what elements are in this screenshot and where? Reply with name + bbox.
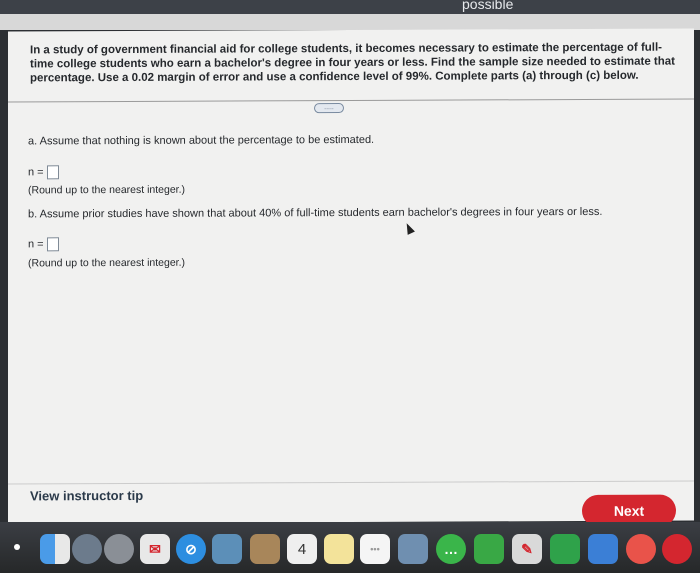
question-text: In a study of government financial aid f… (30, 41, 676, 85)
notepad-icon[interactable] (324, 534, 354, 564)
more-button[interactable]: ..... (314, 103, 344, 114)
safari-icon[interactable]: ⊘ (176, 534, 206, 564)
reminders-icon[interactable]: ••• (360, 534, 390, 564)
mouse-cursor-icon (403, 221, 415, 235)
part-b-prompt: b. Assume prior studies have shown that … (28, 205, 603, 221)
part-a-n-label: n = (28, 166, 44, 179)
part-b-hint: (Round up to the nearest integer.) (28, 256, 186, 270)
photos-icon[interactable] (398, 534, 428, 564)
finder-icon[interactable] (40, 534, 70, 564)
pen-icon[interactable]: ✎ (512, 534, 542, 564)
question-page: In a study of government financial aid f… (8, 28, 694, 527)
keynote-icon[interactable] (588, 534, 618, 564)
dock: ✉ ⊘ 4 ••• … ✎ (0, 522, 700, 573)
mail-icon[interactable]: ✉ (140, 534, 170, 564)
app-icon[interactable] (662, 534, 692, 564)
preview-icon[interactable] (212, 534, 242, 564)
rocket-icon[interactable] (104, 534, 134, 564)
part-a-prompt: a. Assume that nothing is known about th… (28, 133, 375, 148)
question-divider (8, 98, 694, 103)
part-a-hint: (Round up to the nearest integer.) (28, 183, 186, 197)
news-icon[interactable] (626, 534, 656, 564)
part-b-n-label: n = (28, 238, 44, 251)
browser-top-band: possible (0, 0, 700, 14)
dock-indicator-icon (14, 544, 20, 550)
calendar-icon[interactable]: 4 (287, 534, 317, 564)
header-strip (0, 14, 700, 30)
messages-icon[interactable]: … (436, 534, 466, 564)
launchpad-icon[interactable] (72, 534, 102, 564)
notes-icon[interactable] (250, 534, 280, 564)
header-partial-text: possible (462, 0, 514, 12)
part-a-answer-input[interactable] (46, 165, 59, 180)
calendar-day: 4 (297, 540, 307, 558)
part-a-answer-row: n = (28, 165, 59, 180)
view-instructor-tip-link[interactable]: View instructor tip (30, 488, 143, 503)
footer-divider (8, 480, 694, 485)
part-b-answer-row: n = (28, 237, 59, 252)
part-b-answer-input[interactable] (46, 237, 59, 252)
numbers-icon[interactable] (550, 534, 580, 564)
facetime-icon[interactable] (474, 534, 504, 564)
